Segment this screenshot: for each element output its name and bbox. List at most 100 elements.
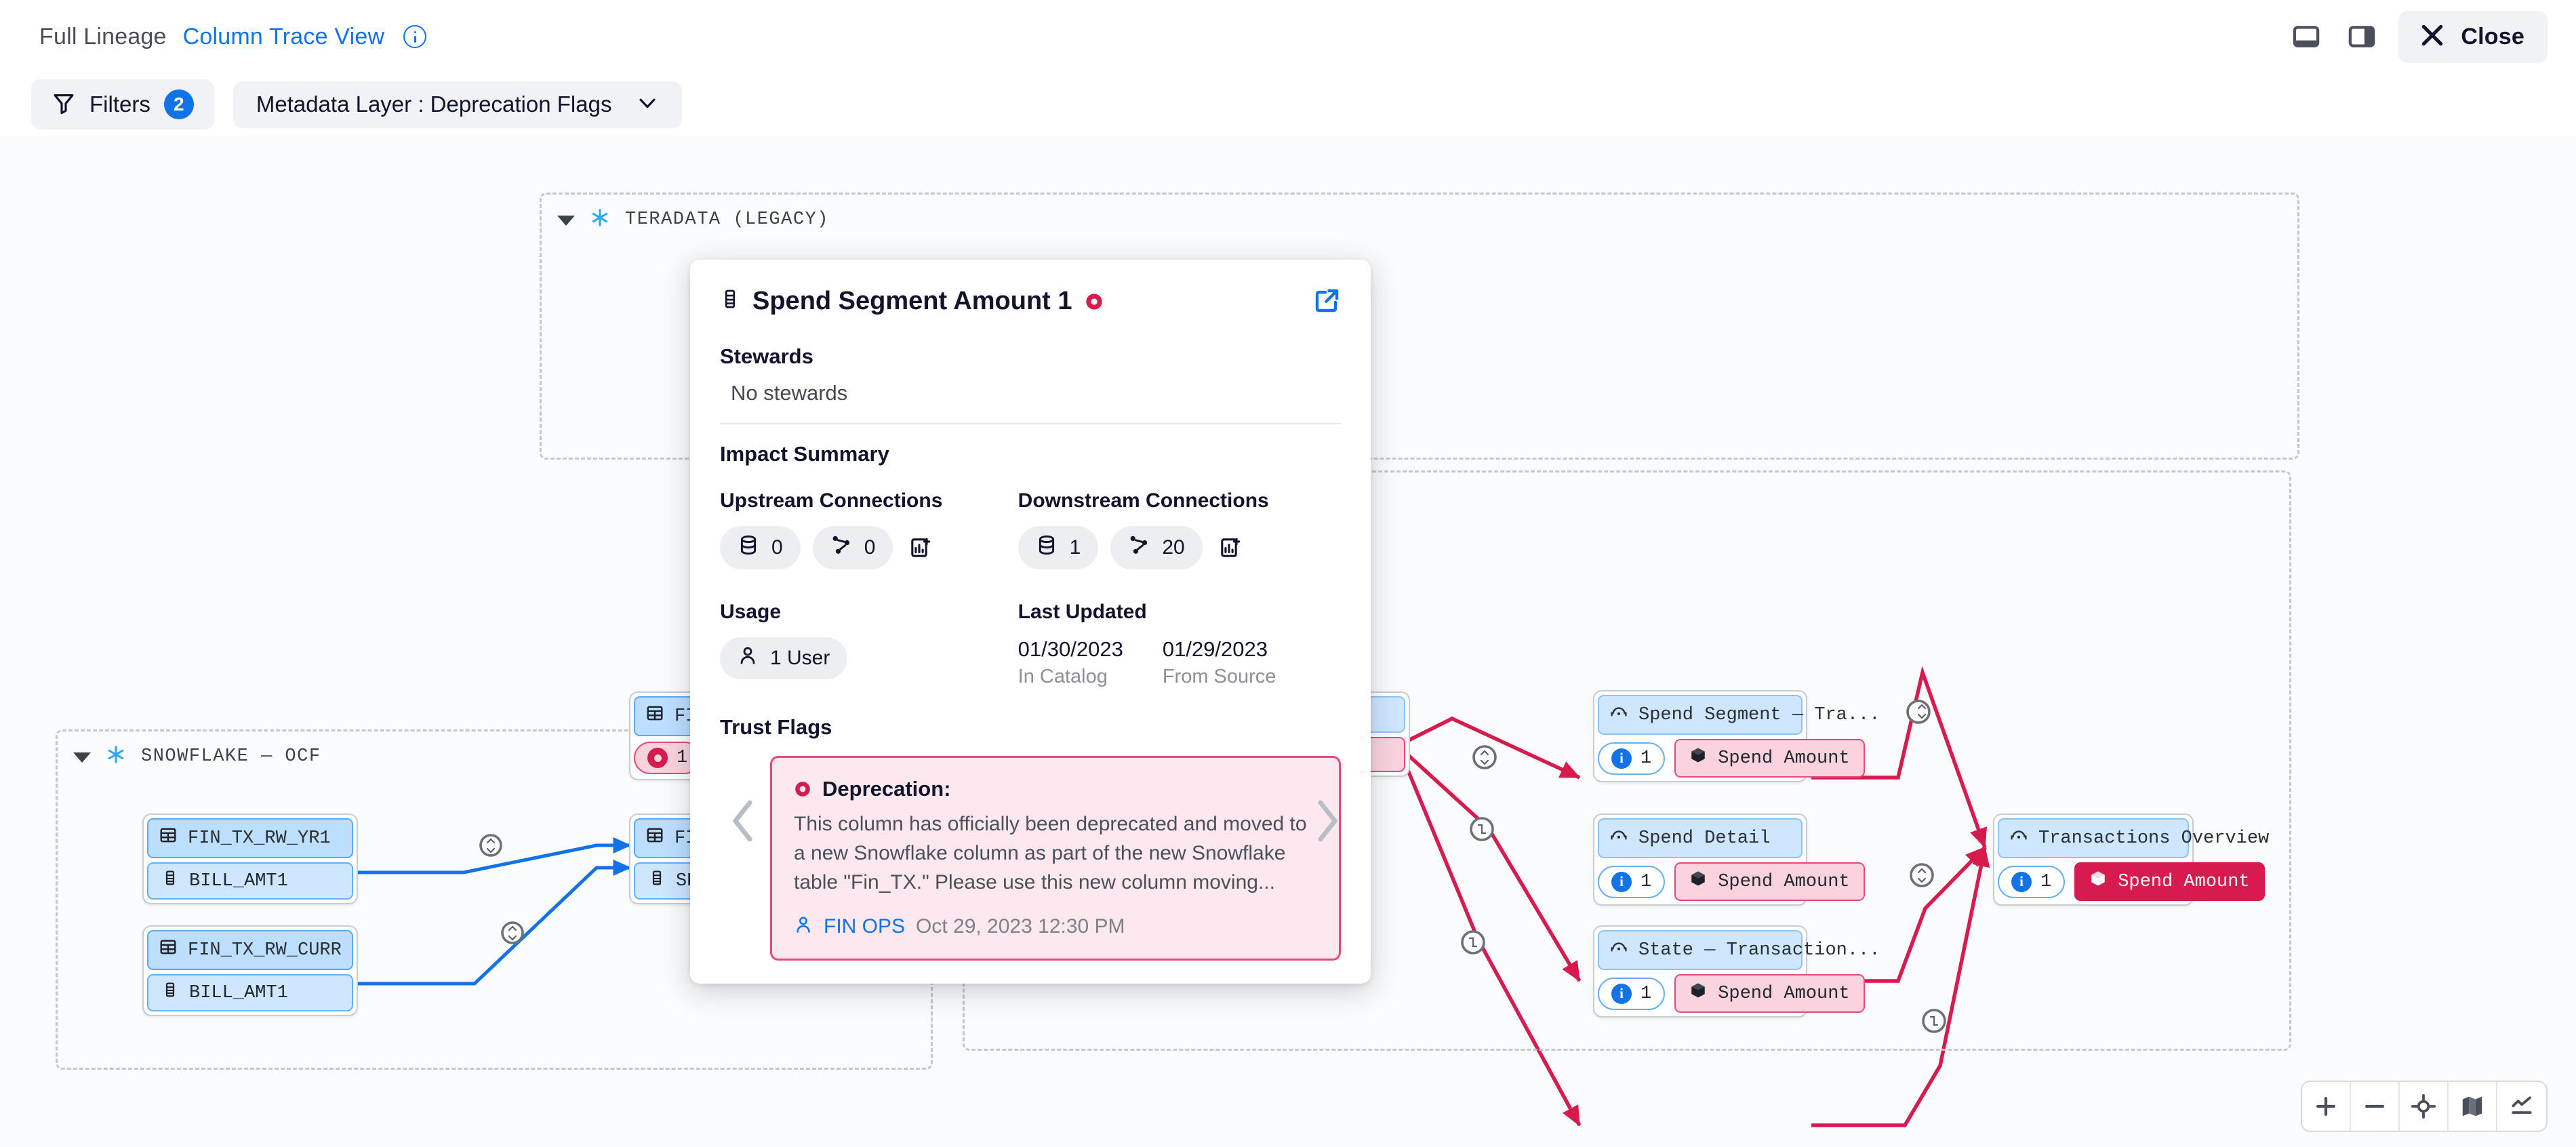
usage-label: Usage (720, 601, 782, 623)
column-icon (720, 287, 740, 316)
database-icon (1036, 534, 1058, 561)
impact-summary-heading: Impact Summary (720, 442, 889, 466)
page-title: Spend Segment Amount 1 (720, 287, 1104, 316)
count-label: 1 (1641, 748, 1652, 769)
column-icon (649, 870, 665, 892)
node-fin-tx-rw-yr1[interactable]: FIN_TX_RW_YR1 BILL_AMT1 (142, 813, 358, 904)
tab-column-trace-view[interactable]: Column Trace View (175, 24, 393, 50)
report-icon (1610, 826, 1628, 850)
last-updated-block: Last Updated 01/30/2023 In Catalog 01/29… (1018, 601, 1316, 688)
column-label: Spend Amount (1718, 871, 1850, 892)
node-state-transaction[interactable]: State — Transaction... i 1 Spend Amount (1593, 925, 1880, 1018)
node-table-label: Transactions Overview (2038, 828, 2270, 849)
info-icon: i (1611, 871, 1632, 892)
node-table-label: Spend Detail (1638, 828, 1771, 849)
info-icon[interactable] (403, 25, 427, 48)
column-pill[interactable]: BILL_AMT1 (147, 974, 353, 1011)
column-label: BILL_AMT1 (189, 982, 288, 1003)
deprecation-flag-card[interactable]: Deprecation: This column has officially … (770, 756, 1341, 961)
bottom-panel-layout-icon[interactable] (2287, 18, 2325, 56)
side-panel-layout-icon[interactable] (2343, 18, 2381, 56)
zoom-in-button[interactable] (2302, 1082, 2351, 1131)
report-icon (1610, 938, 1628, 962)
user-icon (738, 645, 758, 671)
zoom-toolbar (2301, 1081, 2548, 1132)
node-row: BILL_AMT1 (147, 974, 353, 1011)
upstream-stats: 0 0 (720, 526, 1018, 569)
table-icon (159, 938, 177, 962)
downstream-add-chart-icon[interactable] (1215, 532, 1246, 563)
filters-button[interactable]: Filters 2 (31, 79, 214, 129)
downstream-datasets-pill[interactable]: 1 (1018, 526, 1099, 569)
cube-icon (2089, 870, 2107, 893)
lineage-graph-icon (830, 534, 852, 561)
lineage-trend-button[interactable] (2497, 1082, 2546, 1131)
recenter-button[interactable] (2400, 1082, 2449, 1131)
usage-updated-row: Usage 1 User Last Updated 01/30/2023 In … (690, 601, 1371, 688)
previous-node-arrow-icon[interactable] (724, 797, 762, 845)
node-table-label: FIN_TX_RW_CURR (188, 940, 342, 961)
column-pill[interactable]: BILL_AMT1 (147, 862, 353, 900)
column-pill[interactable]: Spend Amount (1674, 862, 1865, 901)
database-icon (738, 534, 759, 561)
metadata-layer-dropdown[interactable]: Metadata Layer : Deprecation Flags (233, 81, 683, 128)
column-icon (162, 870, 178, 892)
minimap-button[interactable] (2449, 1082, 2497, 1131)
node-header: Spend Detail (1598, 818, 1803, 858)
info-count-pill[interactable]: i 1 (1598, 977, 1666, 1010)
usage-value: 1 User (770, 647, 830, 669)
in-catalog-caption: In Catalog (1018, 666, 1108, 687)
node-header: State — Transaction... (1598, 930, 1880, 970)
column-pill[interactable]: Spend Amount (2074, 862, 2265, 901)
upstream-datasets-pill[interactable]: 0 (720, 526, 801, 569)
node-table-label: State — Transaction... (1638, 940, 1880, 961)
upstream-reports-pill[interactable]: 0 (812, 526, 893, 569)
column-label: Spend Amount (2118, 871, 2250, 892)
popover-title-label: Spend Segment Amount 1 (752, 287, 1072, 315)
deprecation-flag-user[interactable]: FIN OPS (824, 915, 905, 938)
zoom-out-button[interactable] (2351, 1082, 2400, 1131)
info-count-pill[interactable]: i 1 (1998, 865, 2066, 898)
info-icon: i (1611, 983, 1632, 1004)
usage-users-pill[interactable]: 1 User (720, 637, 848, 679)
node-header: FIN_TX_RW_YR1 (147, 818, 353, 858)
info-count-pill[interactable]: i 1 (1598, 742, 1666, 775)
node-fin-tx-rw-curr[interactable]: FIN_TX_RW_CURR BILL_AMT1 (142, 925, 358, 1016)
usage-block: Usage 1 User (720, 601, 1018, 688)
close-label: Close (2461, 23, 2524, 49)
open-in-new-tab-icon[interactable] (1312, 287, 1341, 319)
count-label: 1 (677, 748, 688, 768)
node-transactions-overview[interactable]: Transactions Overview i 1 Spend Amount (1993, 813, 2269, 906)
node-table-label: FIN_TX_RW_YR1 (188, 828, 331, 849)
node-spend-detail[interactable]: Spend Detail i 1 Spend Amount (1593, 813, 1865, 906)
column-pill[interactable]: Spend Amount (1674, 739, 1865, 778)
table-icon (646, 704, 664, 728)
tab-full-lineage[interactable]: Full Lineage (31, 24, 175, 50)
node-row: i 1 Spend Amount (1598, 974, 1865, 1013)
node-header: Spend Segment — Tra... (1598, 695, 1880, 735)
downstream-reports-count: 20 (1162, 536, 1185, 559)
info-count-pill[interactable]: i 1 (1598, 865, 1666, 898)
report-icon (1610, 703, 1628, 727)
node-row: i 1 Spend Amount (1598, 739, 1865, 778)
upstream-reports-count: 0 (864, 536, 876, 559)
chevron-expanded-icon[interactable] (73, 752, 91, 763)
count-label: 1 (1641, 871, 1652, 892)
group-snowflake-header[interactable]: SNOWFLAKE — OCF (73, 744, 321, 768)
node-row: BILL_AMT1 (147, 862, 353, 900)
node-row: i 1 Spend Amount (1998, 862, 2265, 901)
next-node-arrow-icon[interactable] (1308, 797, 1346, 845)
chevron-expanded-icon[interactable] (557, 216, 575, 226)
deprecation-flag-footer: FIN OPS Oct 29, 2023 12:30 PM (794, 915, 1317, 938)
downstream-reports-pill[interactable]: 20 (1110, 526, 1203, 569)
column-detail-popover[interactable]: Spend Segment Amount 1 Stewards No stewa… (690, 260, 1371, 984)
close-button[interactable]: Close (2398, 10, 2548, 63)
group-teradata-header[interactable]: TERADATA (LEGACY) (557, 207, 829, 231)
upstream-add-chart-icon[interactable] (905, 532, 936, 563)
user-icon (794, 915, 813, 938)
column-pill[interactable]: Spend Amount (1674, 974, 1865, 1013)
downstream-datasets-count: 1 (1069, 536, 1081, 559)
upstream-connections: Upstream Connections 0 0 (720, 489, 1018, 569)
node-spend-segment-tra[interactable]: Spend Segment — Tra... i 1 Spend Amount (1593, 690, 1880, 782)
connections-row: Upstream Connections 0 0 Downstream Conn… (690, 489, 1371, 569)
